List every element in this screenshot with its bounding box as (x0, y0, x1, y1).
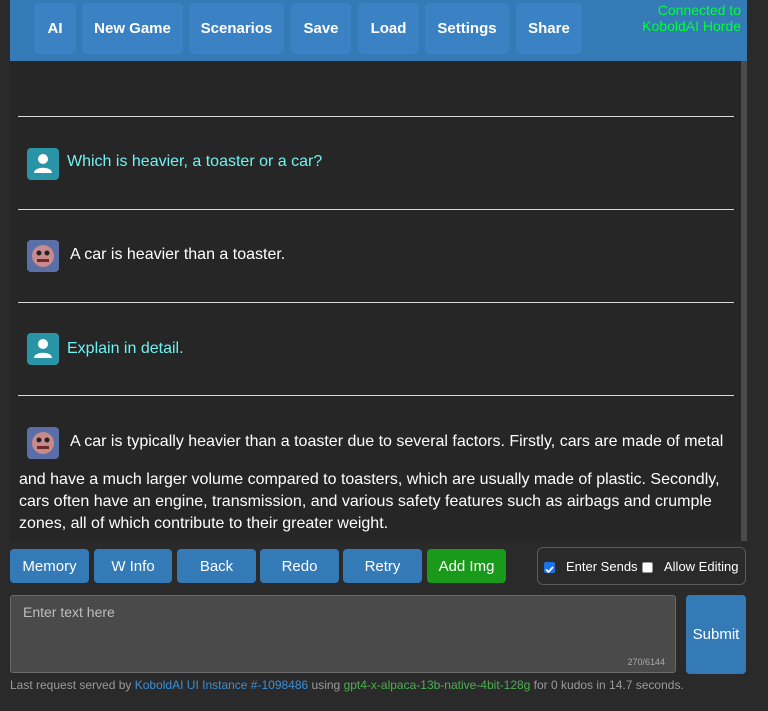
prompt-input[interactable]: Enter text here 270/6144 (10, 595, 676, 673)
world-info-button[interactable]: W Info (94, 549, 172, 583)
add-image-button[interactable]: Add Img (427, 549, 506, 583)
ai-button[interactable]: AI (34, 3, 76, 54)
top-nav-bar: AI New Game Scenarios Save Load Settings… (10, 0, 747, 61)
footer-suffix: for 0 kudos in 14.7 seconds. (530, 678, 684, 692)
memory-button[interactable]: Memory (10, 549, 89, 583)
user-avatar-icon (27, 333, 59, 365)
new-game-button[interactable]: New Game (82, 3, 183, 54)
user-message: Explain in detail. (67, 340, 184, 357)
scenarios-button[interactable]: Scenarios (189, 3, 284, 54)
allow-editing-label: Allow Editing (664, 559, 739, 574)
allow-editing-checkbox[interactable] (642, 562, 653, 573)
ai-message-continuation: and have a much larger volume compared t… (19, 471, 720, 532)
message-divider (18, 209, 734, 210)
connection-status-line1: Connected to (657, 2, 741, 18)
input-placeholder: Enter text here (23, 604, 115, 620)
ai-message: A car is heavier than a toaster. (70, 246, 286, 263)
footer-status: Last request served by KoboldAI UI Insta… (10, 678, 684, 692)
message-divider (18, 116, 734, 117)
save-button[interactable]: Save (291, 3, 351, 54)
chat-scrollbar[interactable] (741, 61, 747, 541)
ai-avatar-icon (27, 427, 59, 459)
ai-message-first-line: A car is typically heavier than a toaste… (70, 433, 724, 450)
submit-button[interactable]: Submit (686, 595, 746, 674)
redo-button[interactable]: Redo (260, 549, 339, 583)
connection-status-line2: KoboldAI Horde (642, 18, 741, 34)
user-avatar-icon (27, 148, 59, 180)
model-link[interactable]: gpt4-x-alpaca-13b-native-4bit-128g (344, 678, 531, 692)
back-button[interactable]: Back (177, 549, 256, 583)
footer-using: using (308, 678, 344, 692)
load-button[interactable]: Load (358, 3, 419, 54)
user-message: Which is heavier, a toaster or a car? (67, 153, 323, 170)
instance-link[interactable]: KoboldAI UI Instance #-1098486 (135, 678, 308, 692)
chat-log: Which is heavier, a toaster or a car? A … (10, 61, 747, 541)
ai-avatar-icon (27, 240, 59, 272)
share-button[interactable]: Share (516, 3, 582, 54)
footer-prefix: Last request served by (10, 678, 135, 692)
options-panel: Enter Sends Allow Editing (537, 547, 746, 585)
token-counter: 270/6144 (627, 657, 665, 667)
connection-status: Connected to KoboldAI Horde (642, 2, 741, 34)
retry-button[interactable]: Retry (343, 549, 422, 583)
enter-sends-label: Enter Sends (566, 559, 638, 574)
settings-button[interactable]: Settings (425, 3, 509, 54)
enter-sends-checkbox[interactable] (544, 562, 555, 574)
message-divider (18, 302, 734, 303)
message-divider (18, 395, 734, 396)
